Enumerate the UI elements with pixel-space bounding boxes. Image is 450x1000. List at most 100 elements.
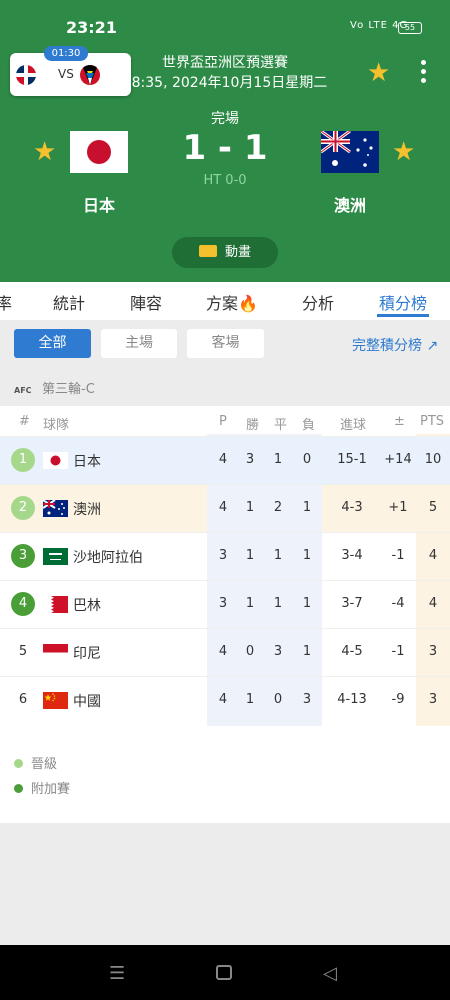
mini-vs-label: VS: [58, 67, 74, 81]
active-tab-indicator: [377, 314, 429, 317]
filter-home-button[interactable]: 主場: [101, 329, 177, 358]
tab-standings[interactable]: 積分榜: [379, 290, 427, 314]
home-team-name: 日本: [82, 196, 115, 215]
team-name: 日本: [73, 454, 101, 470]
cell-p: 3: [218, 548, 228, 563]
status-bar: 23:21 Vo LTE 4G 55: [0, 0, 450, 50]
cell-w: 3: [245, 452, 255, 467]
arrow-up-right-icon: ↗: [426, 338, 439, 354]
competition-name: 世界盃亞洲区預選賽: [162, 55, 288, 71]
cell-goals: 4-5: [341, 644, 363, 659]
bahrain-flag-icon: [43, 596, 68, 613]
cell-diff: +1: [388, 500, 408, 515]
menu-icon[interactable]: ☰: [109, 963, 125, 984]
cell-p: 4: [218, 452, 228, 467]
legend-qualify: 晉級: [14, 753, 57, 772]
cell-w: 1: [245, 500, 255, 515]
cell-goals: 4-13: [337, 692, 367, 707]
fire-icon: 🔥: [238, 294, 258, 313]
cell-goals: 4-3: [341, 500, 363, 515]
rank-badge: 2: [11, 496, 35, 520]
cell-d: 1: [273, 548, 283, 563]
legend-playoff-label: 附加賽: [31, 782, 71, 797]
legend-qualify-label: 晉級: [31, 757, 58, 772]
rank-badge: 3: [11, 544, 35, 568]
header-d: 平: [274, 418, 288, 433]
cell-p: 4: [218, 500, 228, 515]
team-name: 中國: [73, 694, 101, 710]
match-header: 23:21 Vo LTE 4G 55 01:30 VS 世界盃亞洲区預選賽 18…: [0, 0, 450, 282]
back-triangle-icon[interactable]: ◁: [323, 963, 337, 984]
cell-pts: 5: [428, 500, 438, 515]
full-table-link[interactable]: 完整積分榜 ↗: [352, 335, 438, 355]
australia-flag-icon: [42, 499, 68, 517]
cell-l: 1: [302, 500, 312, 515]
match-datetime: 18:35, 2024年10月15日星期二: [122, 75, 328, 91]
cell-diff: +14: [384, 452, 412, 467]
cell-d: 1: [273, 596, 283, 611]
cell-d: 0: [273, 692, 283, 707]
match-status: 完場: [211, 111, 239, 127]
cell-pts: 3: [428, 644, 438, 659]
group-name: 第三輪-C: [42, 382, 95, 397]
mini-match-card[interactable]: 01:30 VS: [10, 46, 131, 96]
match-score: 1 - 1: [182, 128, 268, 168]
favorite-away-star-icon[interactable]: ★: [392, 139, 415, 165]
cell-w: 1: [245, 548, 255, 563]
japan-flag-icon: [70, 131, 128, 173]
mini-match-time: 01:30: [44, 46, 88, 61]
cell-p: 3: [218, 596, 228, 611]
team-name: 澳洲: [73, 502, 101, 518]
filter-away-button[interactable]: 客場: [187, 329, 264, 358]
antigua-flag-icon: [80, 65, 100, 85]
header-l: 負: [302, 418, 316, 433]
rank-badge: 5: [18, 644, 28, 659]
rank-badge: 4: [11, 592, 35, 616]
cell-w: 1: [245, 692, 255, 707]
legend: 晉級 附加賽: [0, 726, 450, 823]
favorite-home-star-icon[interactable]: ★: [33, 139, 56, 165]
rank-badge: 1: [11, 448, 35, 472]
team-name: 印尼: [73, 646, 101, 662]
header-w: 勝: [246, 418, 260, 433]
competition-info: 世界盃亞洲区預選賽 18:35, 2024年10月15日星期二: [120, 53, 330, 93]
tab-tips[interactable]: 方案🔥: [206, 290, 258, 314]
cell-l: 1: [302, 548, 312, 563]
cell-l: 1: [302, 596, 312, 611]
header-pts: PTS: [420, 414, 445, 429]
playoff-dot-icon: [14, 784, 23, 793]
group-label: AFC 第三輪-C: [14, 378, 95, 397]
star-icon[interactable]: ★: [367, 60, 390, 86]
tab-lineup[interactable]: 陣容: [130, 290, 162, 314]
cell-diff: -1: [391, 644, 405, 659]
saudi-arabia-flag-icon: [43, 548, 68, 565]
header-diff: ±: [394, 414, 405, 429]
team-name: 巴林: [73, 598, 101, 614]
cell-pts: 3: [428, 692, 438, 707]
japan-flag-icon: [43, 452, 68, 469]
cell-diff: -1: [391, 548, 405, 563]
china-flag-icon: [43, 692, 68, 709]
animation-label: 動畫: [224, 245, 251, 260]
animation-button[interactable]: 動畫: [172, 237, 278, 268]
home-square-icon[interactable]: [216, 965, 232, 980]
cell-d: 1: [273, 452, 283, 467]
header-goals: 進球: [340, 418, 367, 433]
filter-all-button[interactable]: 全部: [14, 329, 91, 358]
afc-logo-icon: AFC: [14, 386, 32, 395]
clock: 23:21: [66, 18, 117, 37]
dominican-republic-flag-icon: [16, 65, 36, 85]
more-vert-icon[interactable]: [413, 60, 433, 86]
tab-analysis[interactable]: 分析: [302, 290, 334, 314]
cell-diff: -9: [391, 692, 405, 707]
qualify-dot-icon: [14, 759, 23, 768]
tab-odds[interactable]: 率: [0, 290, 12, 314]
cell-pts: 10: [424, 452, 442, 467]
header-pos: #: [19, 414, 30, 429]
cell-l: 0: [302, 452, 312, 467]
cell-d: 3: [273, 644, 283, 659]
system-nav-bar: ☰ ◁: [0, 945, 450, 1000]
tab-stats[interactable]: 統計: [53, 290, 85, 314]
cell-l: 1: [302, 644, 312, 659]
cell-w: 0: [245, 644, 255, 659]
